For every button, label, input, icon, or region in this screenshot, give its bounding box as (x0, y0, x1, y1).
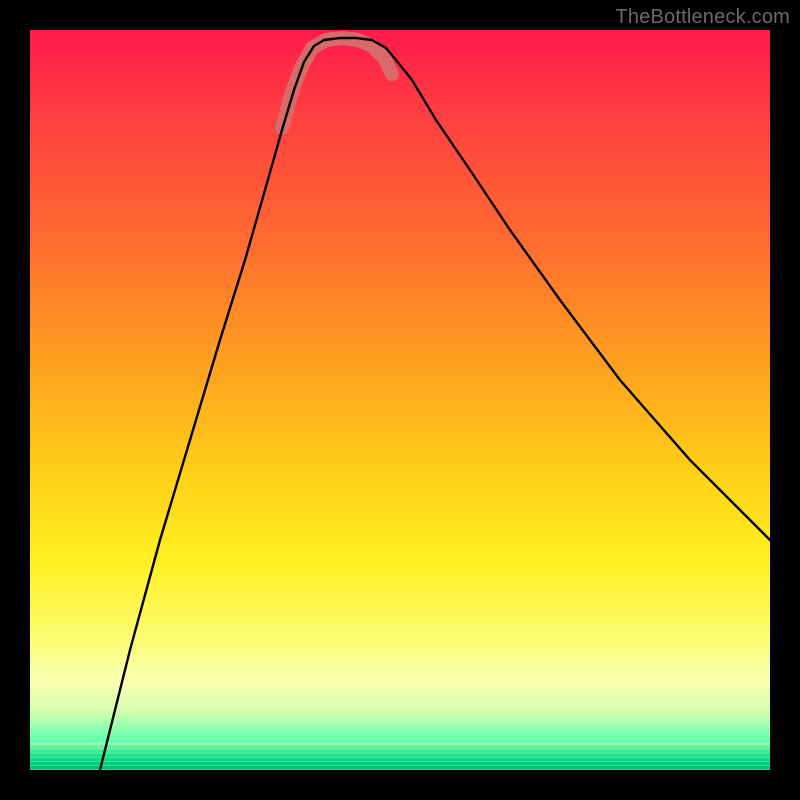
valley-highlight-path (282, 38, 392, 128)
chart-svg (30, 30, 770, 770)
chart-frame: TheBottleneck.com (0, 0, 800, 800)
watermark-text: TheBottleneck.com (615, 6, 790, 29)
bottleneck-curve-path (100, 38, 770, 770)
